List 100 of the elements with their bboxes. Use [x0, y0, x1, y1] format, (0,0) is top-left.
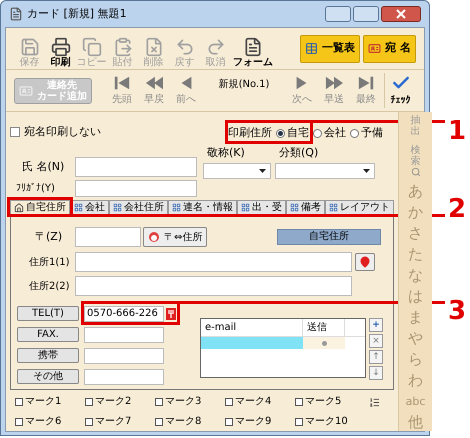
- checkbox[interactable]: [15, 418, 23, 426]
- phone-field[interactable]: [84, 326, 164, 342]
- section-label: 自宅住所: [277, 229, 381, 245]
- email-list-button[interactable]: ×: [369, 334, 383, 348]
- toolbar-button[interactable]: 印刷: [45, 28, 76, 68]
- phone-field[interactable]: [84, 368, 164, 384]
- numbered-list-icon: [369, 397, 380, 408]
- radio-option[interactable]: 自宅: [276, 124, 309, 142]
- mark-checkbox[interactable]: マーク6: [15, 416, 85, 428]
- phone-type-button[interactable]: その他: [17, 369, 79, 384]
- double-arrow-icon: [357, 74, 375, 92]
- tab-icon: [329, 203, 338, 212]
- radio-option[interactable]: 会社: [313, 124, 346, 142]
- radio-option[interactable]: 予備: [350, 124, 383, 142]
- checkbox[interactable]: [10, 126, 20, 137]
- address-field[interactable]: [75, 276, 352, 296]
- phone-field[interactable]: [84, 348, 164, 364]
- name-field[interactable]: [75, 157, 197, 177]
- address-field[interactable]: [75, 252, 352, 272]
- field-label: 分類(Q): [278, 146, 320, 160]
- radio[interactable]: [276, 128, 285, 138]
- checkbox[interactable]: [295, 398, 303, 406]
- maximize-button[interactable]: [353, 6, 379, 22]
- checkbox[interactable]: [155, 398, 163, 406]
- tab[interactable]: 会社住所: [109, 200, 168, 214]
- tab[interactable]: 自宅住所: [10, 200, 70, 214]
- phone-type-button[interactable]: 携帯: [17, 348, 79, 363]
- field-label: 住所1(1): [28, 256, 71, 270]
- dropdown-arrow-icon: [259, 169, 266, 173]
- map-pin-icon: [359, 256, 371, 268]
- printer-icon: [50, 36, 70, 56]
- check-button[interactable]: ﾁｪｯｸ: [384, 73, 416, 108]
- callout-number: 1: [448, 118, 466, 144]
- record-label: 新規(No.1): [218, 78, 270, 92]
- window-title: カード [新規] 無題1: [27, 6, 127, 22]
- tab[interactable]: 備考: [286, 200, 325, 214]
- house-icon: [14, 202, 24, 212]
- map-button[interactable]: [355, 253, 375, 271]
- phone-field[interactable]: 0570-666-226: [84, 306, 164, 322]
- postal-convert-button[interactable]: 〒⇔住所: [143, 227, 208, 247]
- checkbox[interactable]: [225, 418, 233, 426]
- no-print-checkbox[interactable]: 宛名印刷しない: [10, 124, 101, 140]
- field-label: ﾌﾘｶﾞﾅ(Y): [15, 182, 56, 196]
- mark-checkbox[interactable]: マーク1: [15, 396, 85, 408]
- checkbox[interactable]: [225, 398, 233, 406]
- checkbox[interactable]: [85, 398, 93, 406]
- field-label: 氏 名(N): [21, 158, 66, 175]
- field-label: 〒(Z): [34, 228, 64, 245]
- search-icon: [410, 167, 420, 177]
- tab[interactable]: レイアウト: [325, 200, 394, 214]
- tab[interactable]: 会社: [70, 200, 109, 214]
- email-list-button[interactable]: ↓: [369, 366, 383, 380]
- checkbox[interactable]: [295, 418, 303, 426]
- close-icon: [396, 9, 406, 19]
- callout-box: [7, 197, 73, 217]
- mark-checkbox[interactable]: マーク2: [85, 396, 155, 408]
- mark-checkbox[interactable]: マーク9: [225, 416, 295, 428]
- checkbox[interactable]: [85, 418, 93, 426]
- dropdown-arrow-icon: [363, 169, 370, 173]
- postal-field[interactable]: [75, 227, 141, 247]
- toolbar-button[interactable]: フォーム: [231, 28, 275, 68]
- view-button[interactable]: 一覧表: [300, 34, 360, 62]
- undo-icon: [174, 36, 194, 56]
- table-icon: [305, 42, 318, 55]
- tab-icon: [290, 203, 299, 212]
- tab[interactable]: 出・受: [237, 200, 286, 214]
- email-cell[interactable]: [201, 337, 303, 349]
- redo-icon: [206, 36, 226, 56]
- postal-mark-icon: [166, 308, 176, 320]
- checkbox[interactable]: [15, 398, 23, 406]
- mark-checkbox[interactable]: マーク5: [295, 396, 365, 408]
- radio[interactable]: [350, 128, 359, 138]
- furigana-field[interactable]: [75, 180, 197, 197]
- tab-icon: [74, 203, 83, 212]
- callout-number: 2: [448, 196, 466, 222]
- mark-checkbox[interactable]: マーク7: [85, 416, 155, 428]
- print-address-label: 印刷住所: [228, 124, 272, 141]
- form-icon: [243, 36, 263, 56]
- close-button[interactable]: [381, 6, 421, 22]
- mark-checkbox[interactable]: マーク4: [225, 396, 295, 408]
- mark-checkbox[interactable]: マーク10: [295, 416, 365, 428]
- mark-checkbox[interactable]: マーク8: [155, 416, 225, 428]
- double-arrow-icon: [113, 74, 131, 92]
- mark-checkbox[interactable]: マーク3: [155, 396, 225, 408]
- card-icon: [19, 84, 33, 98]
- delete-icon: [144, 36, 164, 56]
- minimize-button[interactable]: [325, 6, 351, 22]
- checkbox[interactable]: [155, 418, 163, 426]
- phone-type-button[interactable]: FAX.: [17, 327, 79, 342]
- tab-icon: [113, 203, 122, 212]
- phone-type-button[interactable]: TEL(T): [17, 306, 79, 321]
- radio[interactable]: [313, 128, 322, 138]
- column-header: e-mail: [201, 319, 303, 336]
- card-icon: [368, 42, 382, 55]
- tab[interactable]: 連名・情報: [168, 200, 237, 214]
- email-list-button[interactable]: ↑: [369, 350, 383, 364]
- clipboard-icon: [112, 36, 132, 56]
- email-list-button[interactable]: +: [369, 318, 383, 332]
- double-arrow-icon: [145, 74, 163, 92]
- view-button[interactable]: 宛 名: [363, 34, 416, 62]
